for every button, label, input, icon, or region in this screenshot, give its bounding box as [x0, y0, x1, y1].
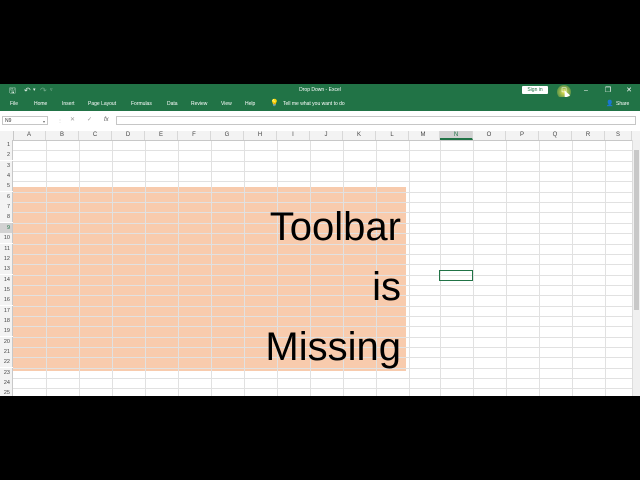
- row-header-5[interactable]: 5: [0, 181, 13, 192]
- row-header-2[interactable]: 2: [0, 150, 13, 161]
- insert-function-icon[interactable]: fx: [104, 116, 109, 125]
- column-header-n[interactable]: N: [440, 131, 473, 140]
- column-header-h[interactable]: H: [244, 131, 277, 140]
- column-header-g[interactable]: G: [211, 131, 244, 140]
- share-button[interactable]: Share: [616, 97, 629, 111]
- tab-formulas[interactable]: Formulas: [131, 97, 152, 111]
- column-header-c[interactable]: C: [79, 131, 112, 140]
- gridline-horizontal: [13, 160, 633, 162]
- tab-review[interactable]: Review: [191, 97, 207, 111]
- column-header-i[interactable]: I: [277, 131, 310, 140]
- enter-icon[interactable]: ✓: [87, 116, 92, 125]
- gridline-horizontal: [13, 284, 633, 286]
- tab-data[interactable]: Data: [167, 97, 178, 111]
- name-box[interactable]: N9 ▾: [2, 116, 48, 125]
- tab-file[interactable]: File: [10, 97, 18, 111]
- row-header-14[interactable]: 14: [0, 274, 13, 285]
- row-header-19[interactable]: 19: [0, 326, 13, 337]
- row-header-12[interactable]: 12: [0, 253, 13, 264]
- vertical-scrollbar[interactable]: [632, 140, 640, 396]
- column-header-a[interactable]: A: [13, 131, 46, 140]
- row-header-16[interactable]: 16: [0, 295, 13, 306]
- gridline-horizontal: [13, 315, 633, 317]
- cell-text-toolbar: Toolbar: [269, 205, 401, 249]
- formula-bar: N9 ▾ ⋮ ✕ ✓ fx: [0, 111, 640, 132]
- column-header-k[interactable]: K: [343, 131, 376, 140]
- active-cell-n9[interactable]: [439, 270, 473, 281]
- row-header-7[interactable]: 7: [0, 202, 13, 213]
- title-bar: 🖫 ↶ ▾ ↷ ▿ Drop Down - Excel Sign in ⊡ – …: [0, 84, 640, 99]
- column-header-f[interactable]: F: [178, 131, 211, 140]
- column-header-s[interactable]: S: [605, 131, 632, 140]
- gridline-horizontal: [13, 171, 633, 173]
- row-header-15[interactable]: 15: [0, 284, 13, 295]
- gridline-horizontal: [13, 181, 633, 183]
- name-box-value: N9: [5, 118, 12, 124]
- row-header-21[interactable]: 21: [0, 347, 13, 357]
- row-header-10[interactable]: 10: [0, 233, 13, 244]
- row-header-18[interactable]: 18: [0, 315, 13, 326]
- column-header-p[interactable]: P: [506, 131, 539, 140]
- column-header-b[interactable]: B: [46, 131, 79, 140]
- tab-insert[interactable]: Insert: [62, 97, 75, 111]
- minimize-button[interactable]: –: [578, 84, 594, 97]
- row-header-22[interactable]: 22: [0, 357, 13, 368]
- gridline-horizontal: [13, 264, 633, 266]
- gridline-horizontal: [13, 202, 633, 204]
- column-header-e[interactable]: E: [145, 131, 178, 140]
- row-header-6[interactable]: 6: [0, 191, 13, 202]
- column-header-j[interactable]: J: [310, 131, 343, 140]
- row-header-1[interactable]: 1: [0, 140, 13, 150]
- cancel-icon[interactable]: ✕: [70, 116, 75, 125]
- tab-home[interactable]: Home: [34, 97, 47, 111]
- person-icon: 👤: [606, 101, 614, 107]
- row-header-20[interactable]: 20: [0, 336, 13, 347]
- formula-input[interactable]: [116, 116, 636, 125]
- menu-bar: File Home Insert Page Layout Formulas Da…: [0, 97, 640, 111]
- gridline-horizontal: [13, 150, 633, 152]
- cell-text-missing: Missing: [265, 325, 401, 369]
- column-header-l[interactable]: L: [376, 131, 409, 140]
- row-header-11[interactable]: 11: [0, 243, 13, 254]
- row-header-17[interactable]: 17: [0, 305, 13, 316]
- lightbulb-icon: 💡: [270, 100, 279, 107]
- cell-text-is: is: [372, 265, 401, 309]
- column-header-m[interactable]: M: [407, 131, 440, 140]
- row-header-9[interactable]: 9: [0, 222, 13, 233]
- column-header-r[interactable]: R: [572, 131, 605, 140]
- column-header-q[interactable]: Q: [539, 131, 572, 140]
- column-header-o[interactable]: O: [473, 131, 506, 140]
- excel-window: 🖫 ↶ ▾ ↷ ▿ Drop Down - Excel Sign in ⊡ – …: [0, 84, 640, 396]
- gridline-horizontal: [13, 253, 633, 255]
- gridline-horizontal: [13, 388, 633, 390]
- row-header-3[interactable]: 3: [0, 160, 13, 171]
- tab-view[interactable]: View: [221, 97, 232, 111]
- column-headers: ABCDEFGHIJKLMNOPQRS: [0, 131, 640, 141]
- chevron-down-icon[interactable]: ▾: [43, 117, 45, 126]
- gridline-horizontal: [13, 191, 633, 193]
- restore-button[interactable]: ❐: [600, 84, 616, 97]
- row-header-23[interactable]: 23: [0, 367, 13, 378]
- tab-help[interactable]: Help: [245, 97, 255, 111]
- close-button[interactable]: ✕: [621, 84, 637, 97]
- worksheet-grid[interactable]: ABCDEFGHIJKLMNOPQRS 1 2 3 4 5 6 7 8 9 10 11 12 13 14 1…: [0, 131, 640, 396]
- tell-me-search[interactable]: Tell me what you want to do: [283, 97, 345, 111]
- scroll-thumb[interactable]: [634, 150, 639, 310]
- more-options-icon[interactable]: ⋮: [58, 116, 62, 125]
- row-header-8[interactable]: 8: [0, 212, 13, 223]
- row-header-25[interactable]: 25: [0, 388, 13, 396]
- tab-page-layout[interactable]: Page Layout: [88, 97, 116, 111]
- sign-in-button[interactable]: Sign in: [522, 86, 548, 94]
- row-header-4[interactable]: 4: [0, 171, 13, 182]
- gridline-horizontal: [13, 295, 633, 297]
- row-header-24[interactable]: 24: [0, 378, 13, 389]
- gridline-horizontal: [13, 305, 633, 307]
- gridline-horizontal: [13, 274, 633, 276]
- gridline-horizontal: [13, 378, 633, 380]
- column-header-d[interactable]: D: [112, 131, 145, 140]
- row-header-13[interactable]: 13: [0, 264, 13, 275]
- select-all-button[interactable]: [0, 131, 14, 140]
